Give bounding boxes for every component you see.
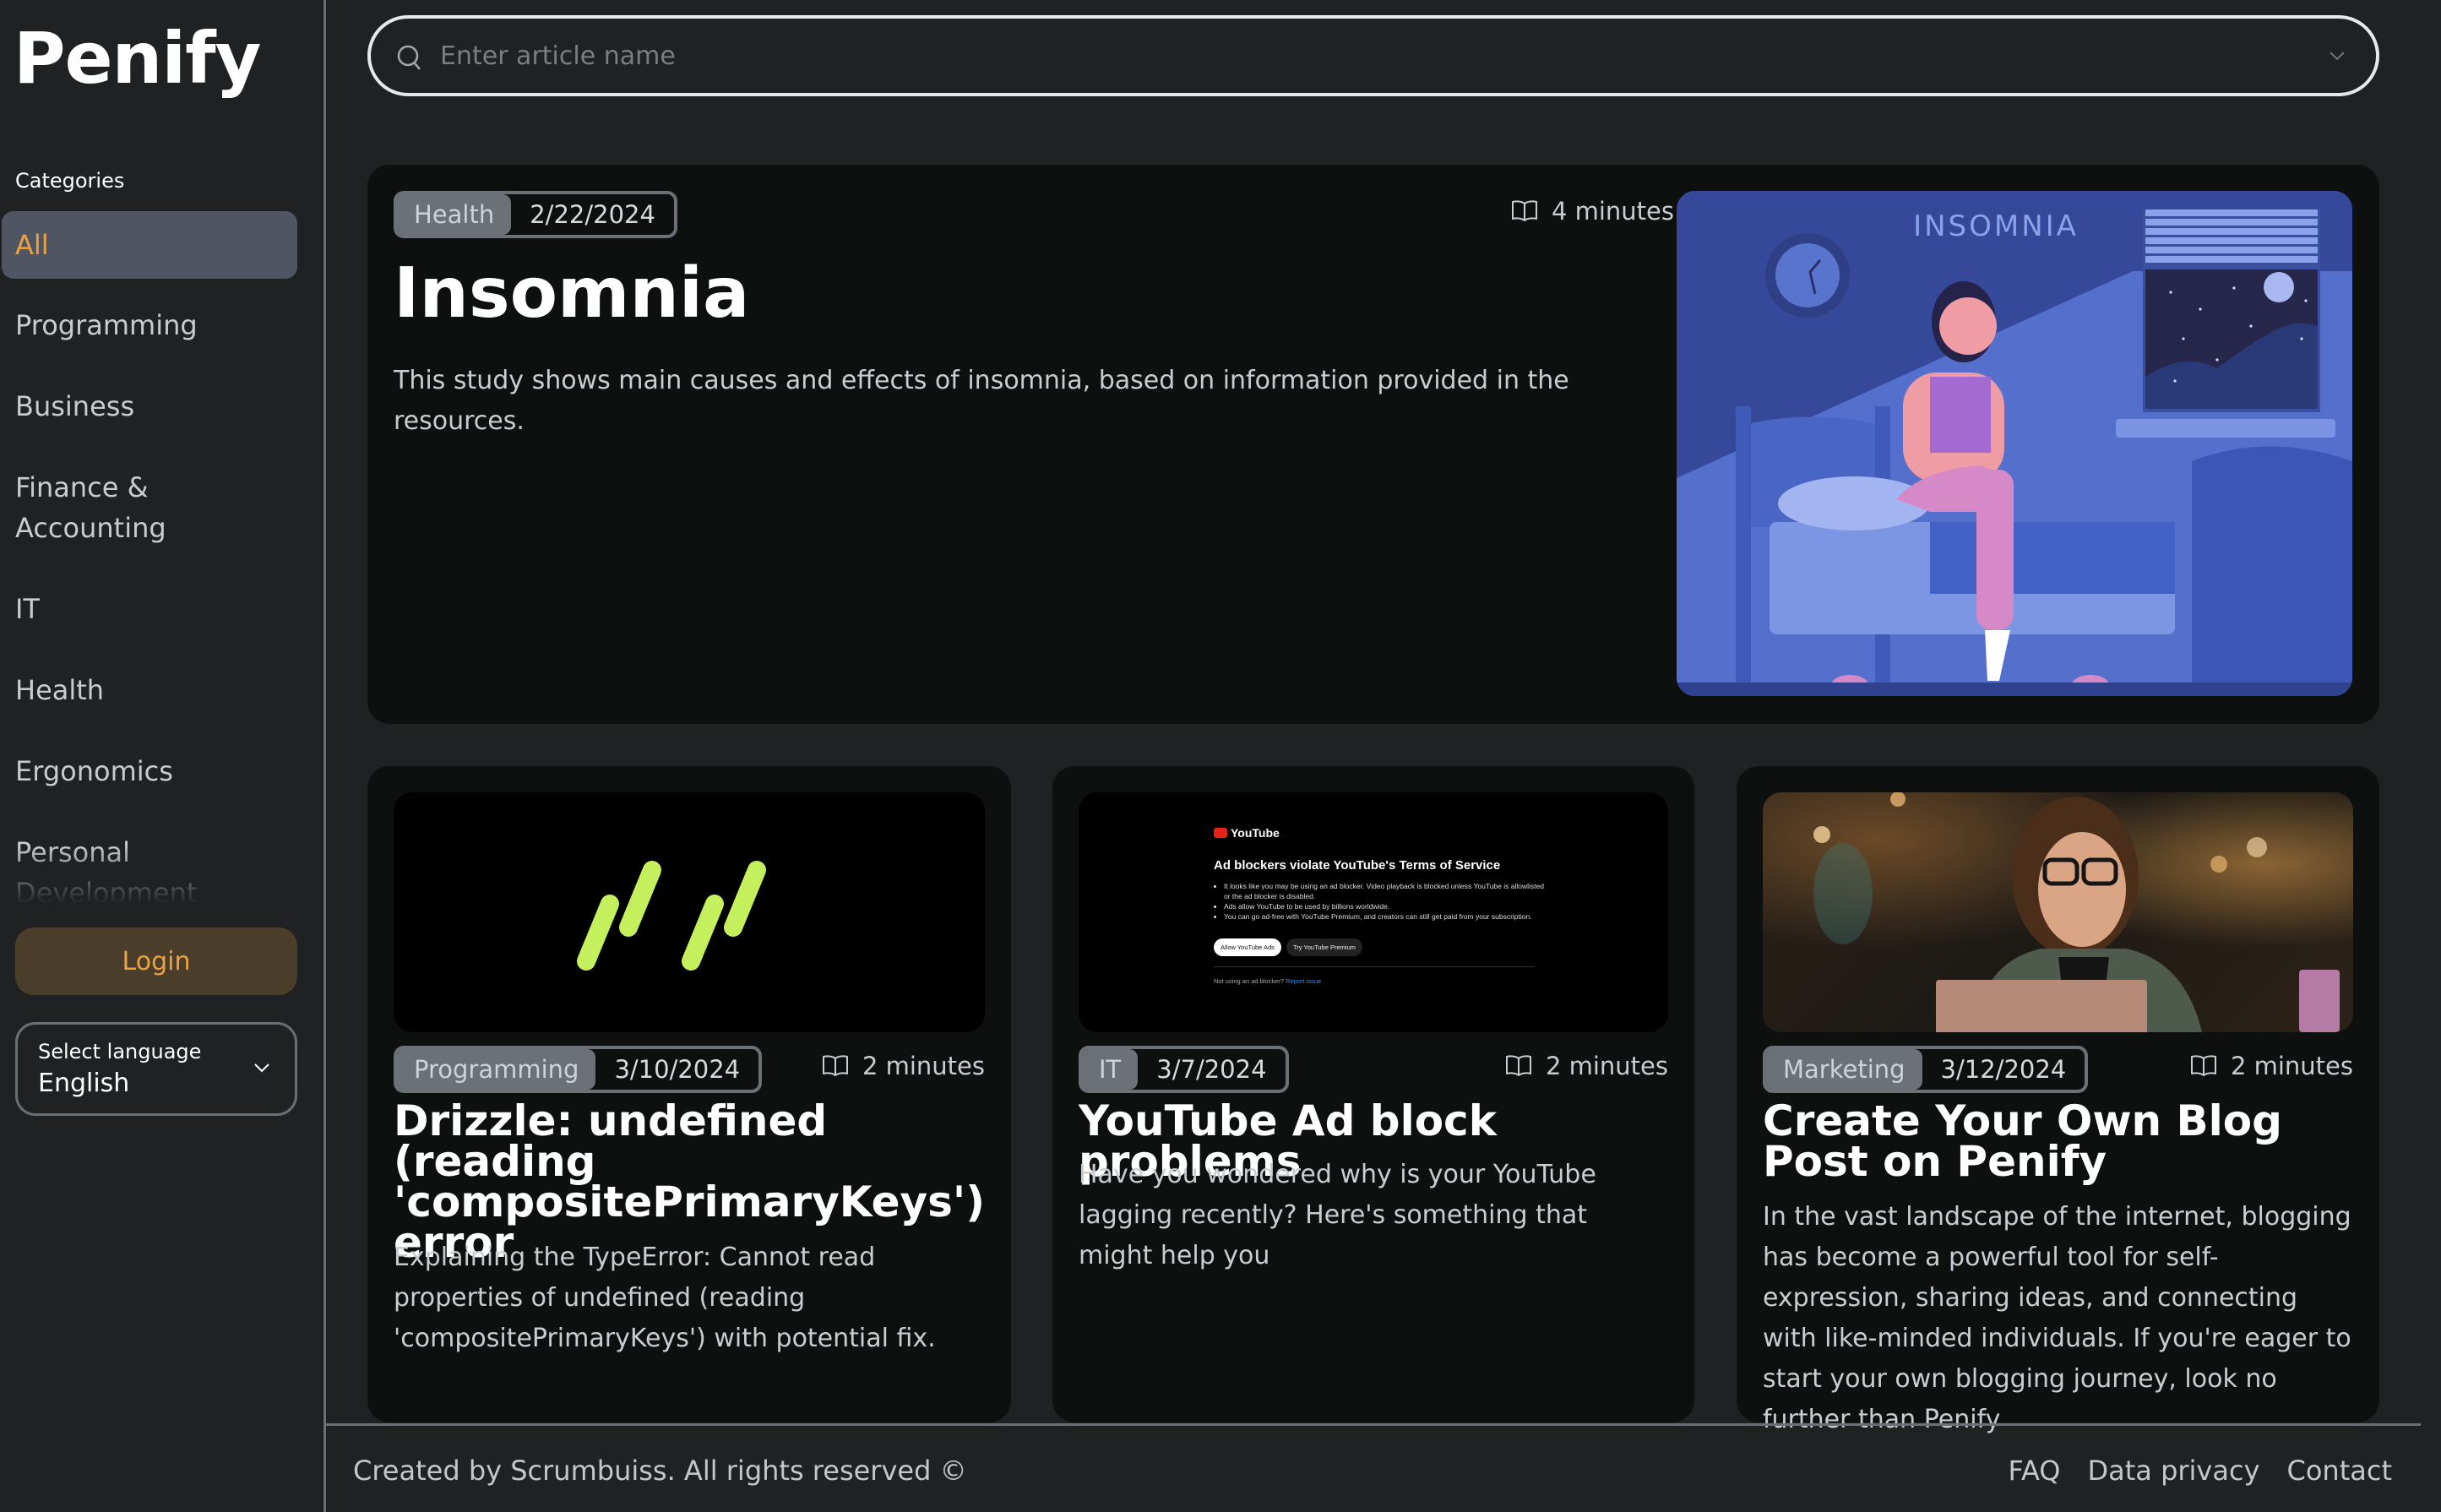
footer-link-data-privacy[interactable]: Data privacy [2087,1455,2259,1487]
book-open-icon [1505,1055,1531,1076]
article-date: 2/22/2024 [530,200,655,229]
try-premium-button: Try YouTube Premium [1286,938,1362,956]
search-input[interactable] [440,19,2281,93]
footer-link-faq[interactable]: FAQ [2009,1455,2061,1487]
category-badge: IT [1082,1049,1139,1090]
article-card[interactable]: YouTube Ad blockers violate YouTube's Te… [1052,766,1694,1422]
article-date: 3/12/2024 [1940,1055,2067,1084]
woman-laptop-photo [1763,792,2353,1032]
sidebar-item-health[interactable]: Health [2,670,297,710]
search-icon [397,45,421,70]
drizzle-bar [577,895,619,971]
youtube-bullet: It looks like you may be using an ad blo… [1224,881,1552,901]
sidebar-item-programming[interactable]: Programming [2,305,297,345]
language-select[interactable]: Select language English [15,1022,297,1116]
article-card[interactable]: Marketing 3/12/2024 2 minutes Create You… [1737,766,2379,1434]
book-open-icon [1511,200,1537,221]
article-date: 3/7/2024 [1156,1055,1267,1084]
article-description: Have you wondered why is your YouTube la… [1079,1160,1596,1270]
article-meta-chip: IT 3/7/2024 [1079,1046,1289,1093]
photo-art [1813,792,2340,1032]
youtube-bullets: It looks like you may be using an ad blo… [1214,881,1552,922]
article-date: 3/10/2024 [614,1055,741,1084]
sidebar-item-it[interactable]: IT [2,589,297,629]
read-time: 4 minutes [1511,197,1674,226]
sidebar: Penify Categories All Programming Busine… [0,0,326,1512]
article-description: In the vast landscape of the internet, b… [1763,1202,2351,1434]
featured-title[interactable]: Insomnia [394,253,749,334]
drizzle-bar [724,861,766,937]
logo[interactable]: Penify [14,17,261,100]
youtube-notice: YouTube Ad blockers violate YouTube's Te… [1214,826,1552,985]
featured-article-card[interactable]: Health 2/22/2024 4 minutes Insomnia This… [367,165,2379,724]
language-label: Select language [38,1040,202,1063]
youtube-heading: Ad blockers violate YouTube's Terms of S… [1214,858,1501,873]
allow-ads-button: Allow YouTube Ads [1214,938,1281,956]
article-card[interactable]: Programming 3/10/2024 2 minutes Drizzle:… [367,766,1011,1422]
youtube-brand: YouTube [1231,826,1280,840]
drizzle-logo [577,861,766,971]
footer-copyright: Created by Scrumbuiss. All rights reserv… [353,1455,967,1487]
featured-description: This study shows main causes and effects… [394,366,1569,436]
sidebar-item-ergonomics[interactable]: Ergonomics [2,751,297,791]
app: Penify Categories All Programming Busine… [0,0,2441,1512]
drizzle-logo-image [394,792,985,1032]
youtube-footer-text: Not using an ad blocker? [1214,977,1284,985]
illustration-title: INSOMNIA [1913,209,2079,243]
youtube-divider [1214,966,1535,967]
categories-label: Categories [15,169,125,193]
article-meta-chip: Marketing 3/12/2024 [1763,1046,2089,1093]
read-time: 2 minutes [2190,1052,2353,1080]
book-open-icon [822,1055,848,1076]
footer-link-contact[interactable]: Contact [2287,1455,2393,1487]
category-badge: Marketing [1766,1049,1922,1090]
article-description: Explaining the TypeError: Cannot read pr… [394,1243,936,1353]
category-badge: Health [397,194,512,235]
read-time-text: 4 minutes [1551,197,1674,226]
book-open-icon [2190,1055,2216,1076]
youtube-bullet: You can go ad-free with YouTube Premium,… [1224,911,1552,922]
footer-links: FAQ Data privacy Contact [2009,1455,2393,1487]
category-list[interactable]: All Programming Business Finance & Accou… [2,211,297,904]
read-time: 2 minutes [1505,1052,1668,1080]
chevron-down-icon[interactable] [2329,49,2346,63]
youtube-logo-icon [1214,828,1227,838]
sidebar-item-business[interactable]: Business [2,386,297,427]
sidebar-item-all[interactable]: All [2,211,297,279]
drizzle-bar [682,895,724,971]
read-time-text: 2 minutes [1545,1052,1668,1080]
login-button[interactable]: Login [15,927,297,995]
insomnia-illustration-art: INSOMNIA [1677,191,2352,696]
read-time-text: 2 minutes [2230,1052,2353,1080]
article-meta-chip: Health 2/22/2024 [394,191,677,238]
drizzle-bar [619,861,661,937]
sidebar-item-personal-development[interactable]: Personal Development [2,832,204,904]
category-badge: Programming [397,1049,596,1090]
insomnia-illustration: INSOMNIA [1677,191,2352,696]
youtube-buttons: Allow YouTube Ads Try YouTube Premium [1214,938,1552,956]
language-value: English [38,1069,130,1098]
article-meta-chip: Programming 3/10/2024 [394,1046,763,1093]
search-bar[interactable] [367,15,2379,96]
youtube-adblock-screenshot: YouTube Ad blockers violate YouTube's Te… [1079,792,1668,1032]
read-time: 2 minutes [822,1052,985,1080]
youtube-bullet: Ads allow YouTube to be used by billions… [1224,901,1552,911]
chevron-down-icon [254,1063,269,1073]
youtube-report-link: Report issue [1286,977,1322,985]
sidebar-item-finance-accounting[interactable]: Finance & Accounting [2,467,188,548]
footer-divider [326,1423,2421,1426]
read-time-text: 2 minutes [862,1052,985,1080]
youtube-footer: Not using an ad blocker? Report issue [1214,977,1552,985]
article-title[interactable]: Create Your Own Blog Post on Penify [1763,1100,2353,1183]
